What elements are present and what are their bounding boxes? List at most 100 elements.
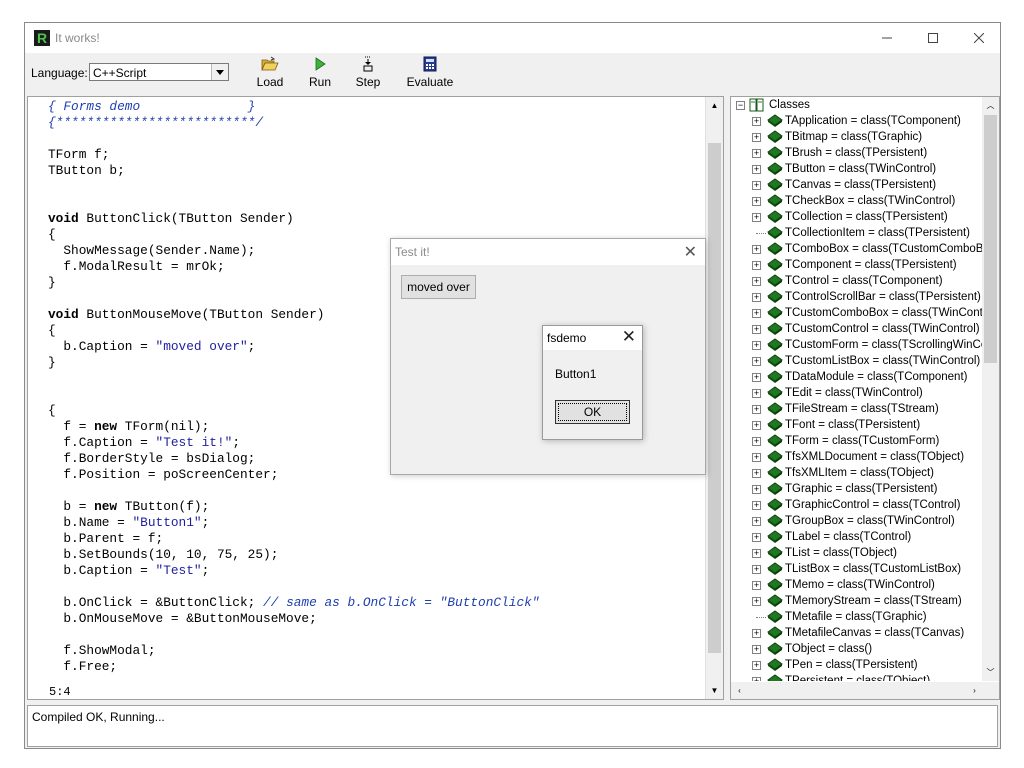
toolbar: Language: C++Script Load Run Step Evalua… xyxy=(25,53,1000,95)
message-close-icon[interactable]: ✕ xyxy=(622,327,636,347)
expand-icon[interactable]: + xyxy=(752,373,761,382)
expand-icon[interactable]: + xyxy=(752,597,761,606)
class-icon xyxy=(767,674,783,681)
class-icon xyxy=(767,530,783,543)
code-line: TButton b; xyxy=(48,163,125,178)
expand-icon[interactable]: + xyxy=(752,501,761,510)
maximize-button[interactable] xyxy=(910,23,956,53)
title-bar[interactable]: R It works! xyxy=(25,23,1000,53)
class-icon xyxy=(767,210,783,223)
step-button[interactable]: Step xyxy=(353,55,383,93)
class-icon xyxy=(767,226,783,239)
expand-icon[interactable]: + xyxy=(752,181,761,190)
tree-item-label: TCanvas = class(TPersistent) xyxy=(785,179,937,191)
expand-icon[interactable]: + xyxy=(752,389,761,398)
expand-icon[interactable]: + xyxy=(752,533,761,542)
class-icon xyxy=(767,322,783,335)
minimize-button[interactable] xyxy=(864,23,910,53)
expand-icon[interactable]: + xyxy=(752,245,761,254)
tree-horizontal-scrollbar[interactable]: ‹ › xyxy=(731,682,983,699)
expand-icon[interactable]: + xyxy=(752,261,761,270)
expand-icon[interactable]: + xyxy=(752,325,761,334)
load-button[interactable]: Load xyxy=(255,55,285,93)
dialog-close-icon[interactable]: ✕ xyxy=(684,242,697,262)
language-select[interactable]: C++Script xyxy=(89,63,229,81)
app-logo-icon: R xyxy=(34,30,50,46)
expand-icon[interactable]: + xyxy=(752,213,761,222)
class-icon xyxy=(767,450,783,463)
tree-item-label: TObject = class() xyxy=(785,643,873,655)
expand-icon[interactable]: + xyxy=(752,117,761,126)
expand-icon[interactable]: + xyxy=(752,277,761,286)
expand-icon[interactable]: + xyxy=(752,565,761,574)
expand-icon[interactable]: + xyxy=(752,629,761,638)
dropdown-arrow-icon[interactable] xyxy=(211,64,228,80)
tree-scroll-left-icon[interactable]: ‹ xyxy=(731,682,748,699)
tree-item-label: TFont = class(TPersistent) xyxy=(785,419,921,431)
step-label: Step xyxy=(355,75,381,89)
expand-icon[interactable]: + xyxy=(752,581,761,590)
ok-button[interactable]: OK xyxy=(555,400,630,424)
expand-icon[interactable]: + xyxy=(752,165,761,174)
output-text: Compiled OK, Running... xyxy=(32,710,165,724)
collapse-icon[interactable]: − xyxy=(736,101,745,110)
tree-item-label: TComponent = class(TPersistent) xyxy=(785,259,957,271)
expand-icon[interactable]: + xyxy=(752,149,761,158)
expand-icon[interactable]: + xyxy=(752,485,761,494)
language-value: C++Script xyxy=(93,66,147,80)
class-icon xyxy=(767,658,783,671)
scroll-down-arrow-icon[interactable]: ▼ xyxy=(706,682,723,699)
code-line: b.Parent = f; xyxy=(48,531,164,546)
expand-icon[interactable]: + xyxy=(752,293,761,302)
moved-over-button[interactable]: moved over xyxy=(401,275,476,299)
close-button[interactable] xyxy=(956,23,1002,53)
tree-scroll-thumb[interactable] xyxy=(984,115,997,363)
scroll-up-arrow-icon[interactable]: ▲ xyxy=(706,97,723,114)
evaluate-button[interactable]: Evaluate xyxy=(405,55,455,93)
expand-icon[interactable]: + xyxy=(752,645,761,654)
class-icon xyxy=(767,258,783,271)
tree-root-label: Classes xyxy=(769,99,810,111)
dialog-title-bar[interactable]: Test it! ✕ xyxy=(391,239,705,265)
expand-icon[interactable]: + xyxy=(752,549,761,558)
calculator-icon xyxy=(423,56,437,72)
class-icon xyxy=(767,386,783,399)
scroll-thumb[interactable] xyxy=(708,143,721,653)
editor-vertical-scrollbar[interactable]: ▲ ▼ xyxy=(705,97,723,699)
tree-item-label: TCustomComboBox = class(TWinControl xyxy=(785,307,983,319)
code-line: b = new TButton(f); xyxy=(48,499,210,514)
expand-icon[interactable]: + xyxy=(752,677,761,681)
scroll-corner xyxy=(982,682,999,699)
expand-icon[interactable]: + xyxy=(752,661,761,670)
tree-item-label: TLabel = class(TControl) xyxy=(785,531,912,543)
class-icon xyxy=(767,626,783,639)
expand-icon[interactable]: + xyxy=(752,517,761,526)
expand-icon[interactable]: + xyxy=(752,469,761,478)
expand-icon[interactable]: + xyxy=(752,405,761,414)
expand-icon[interactable]: + xyxy=(752,453,761,462)
tree-vertical-scrollbar[interactable]: ︿ ﹀ xyxy=(982,97,999,681)
class-icon xyxy=(767,578,783,591)
run-button[interactable]: Run xyxy=(305,55,335,93)
expand-icon[interactable]: + xyxy=(752,421,761,430)
expand-icon[interactable]: + xyxy=(752,357,761,366)
expand-icon[interactable]: + xyxy=(752,437,761,446)
expand-icon[interactable]: + xyxy=(752,309,761,318)
class-icon xyxy=(767,642,783,655)
tree-item-label: TGraphicControl = class(TControl) xyxy=(785,499,961,511)
tree-item-label: TListBox = class(TCustomListBox) xyxy=(785,563,962,575)
class-icon xyxy=(767,594,783,607)
message-title-bar[interactable]: fsdemo ✕ xyxy=(543,326,642,350)
expand-icon[interactable]: + xyxy=(752,133,761,142)
expand-icon[interactable]: + xyxy=(752,341,761,350)
tree-scroll-right-icon[interactable]: › xyxy=(966,682,983,699)
tree-scroll-up-icon[interactable]: ︿ xyxy=(982,97,999,114)
tree-item-label: TMetafileCanvas = class(TCanvas) xyxy=(785,627,965,639)
tree-scroll-down-icon[interactable]: ﹀ xyxy=(982,664,999,681)
class-tree[interactable]: − Classes + TApplication = class(TCompone… xyxy=(730,96,1000,700)
tree-item-label: TPersistent = class(TObject) xyxy=(785,675,931,681)
code-line: b.SetBounds(10, 10, 75, 25); xyxy=(48,547,279,562)
expand-icon[interactable]: + xyxy=(752,197,761,206)
